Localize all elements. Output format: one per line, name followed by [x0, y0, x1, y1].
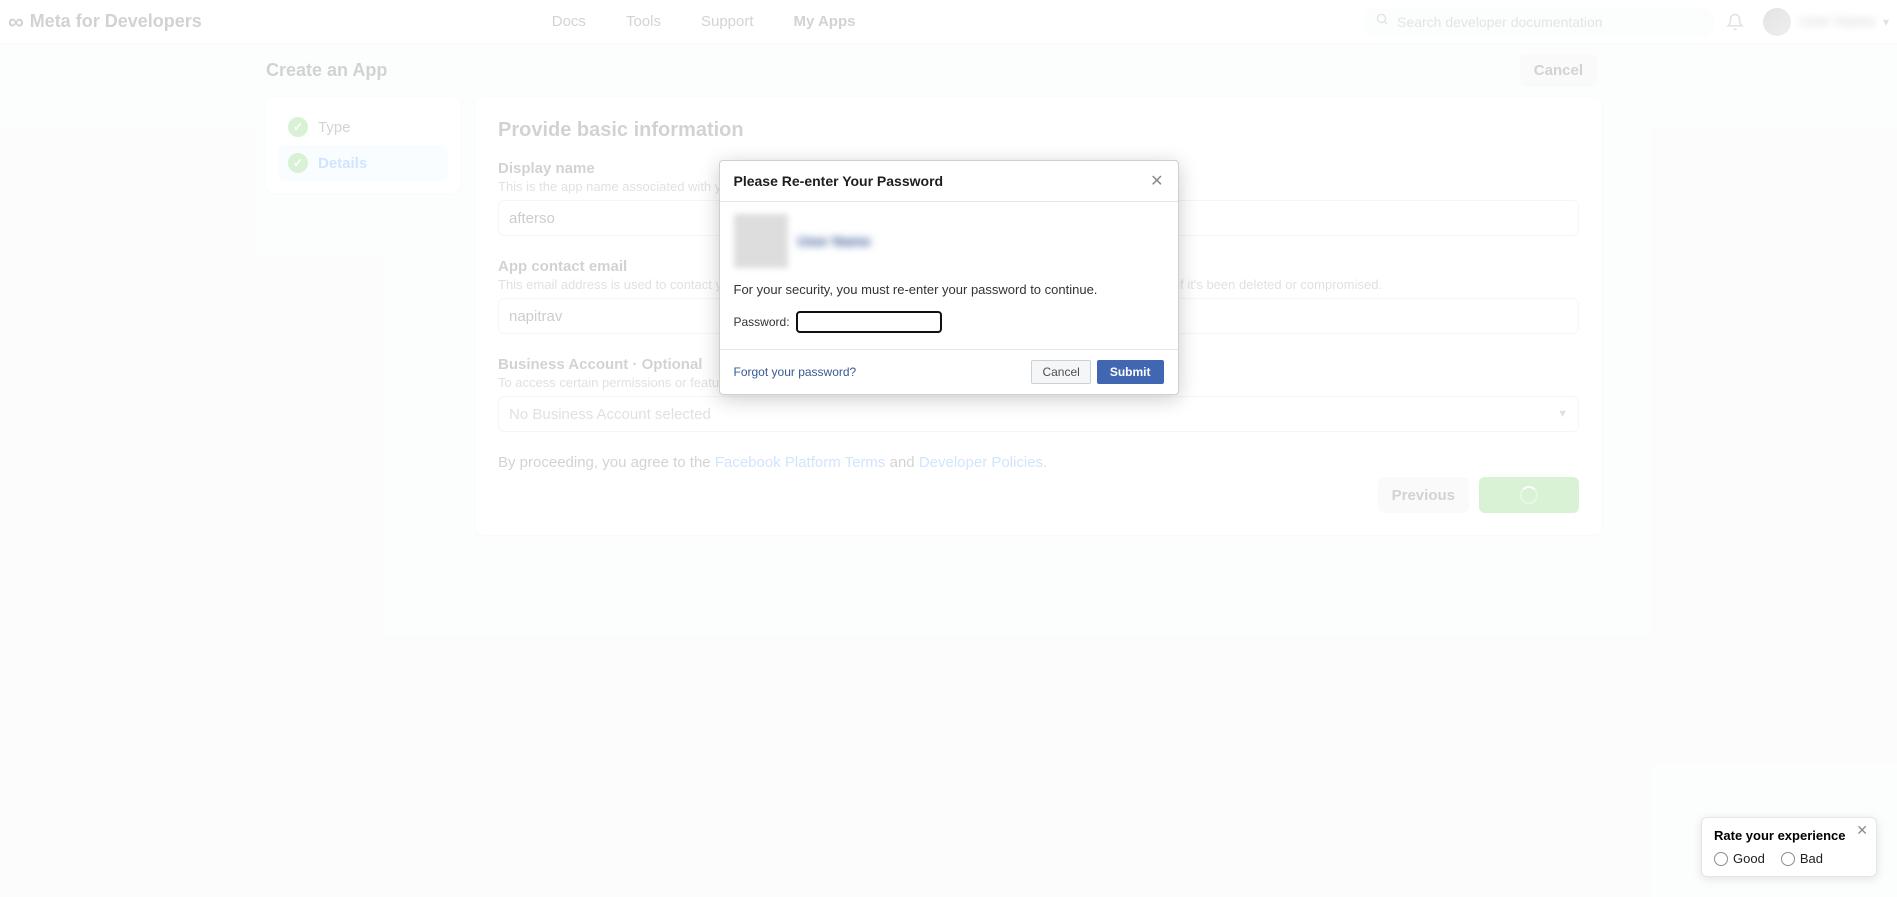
rate-close-button[interactable]: ✕ [1856, 822, 1868, 839]
modal-footer: Forgot your password? Cancel Submit [720, 349, 1178, 394]
rate-experience-widget: ✕ Rate your experience Good Bad [1701, 817, 1877, 877]
modal-title: Please Re-enter Your Password [734, 173, 944, 189]
rate-good-label: Good [1733, 851, 1765, 866]
modal-overlay: Please Re-enter Your Password ✕ User Nam… [0, 0, 1897, 897]
password-input[interactable] [796, 311, 942, 333]
modal-submit-button[interactable]: Submit [1097, 360, 1164, 384]
rate-title: Rate your experience [1714, 828, 1864, 843]
rate-good-option[interactable]: Good [1714, 851, 1765, 866]
radio-icon [1714, 852, 1728, 866]
modal-security-text: For your security, you must re-enter you… [734, 282, 1164, 297]
modal-header: Please Re-enter Your Password ✕ [720, 161, 1178, 202]
rate-options: Good Bad [1714, 851, 1864, 866]
modal-close-button[interactable]: ✕ [1150, 171, 1163, 191]
modal-cancel-button[interactable]: Cancel [1031, 360, 1090, 384]
rate-bad-option[interactable]: Bad [1781, 851, 1823, 866]
password-row: Password: [734, 311, 1164, 333]
rate-bad-label: Bad [1800, 851, 1823, 866]
forgot-password-link[interactable]: Forgot your password? [734, 365, 857, 379]
modal-buttons: Cancel Submit [1031, 360, 1163, 384]
modal-user-name: User Name [798, 233, 871, 249]
password-label: Password: [734, 315, 790, 329]
modal-user: User Name [734, 214, 1164, 268]
password-modal: Please Re-enter Your Password ✕ User Nam… [719, 160, 1179, 395]
avatar [734, 214, 788, 268]
modal-body: User Name For your security, you must re… [720, 202, 1178, 349]
radio-icon [1781, 852, 1795, 866]
